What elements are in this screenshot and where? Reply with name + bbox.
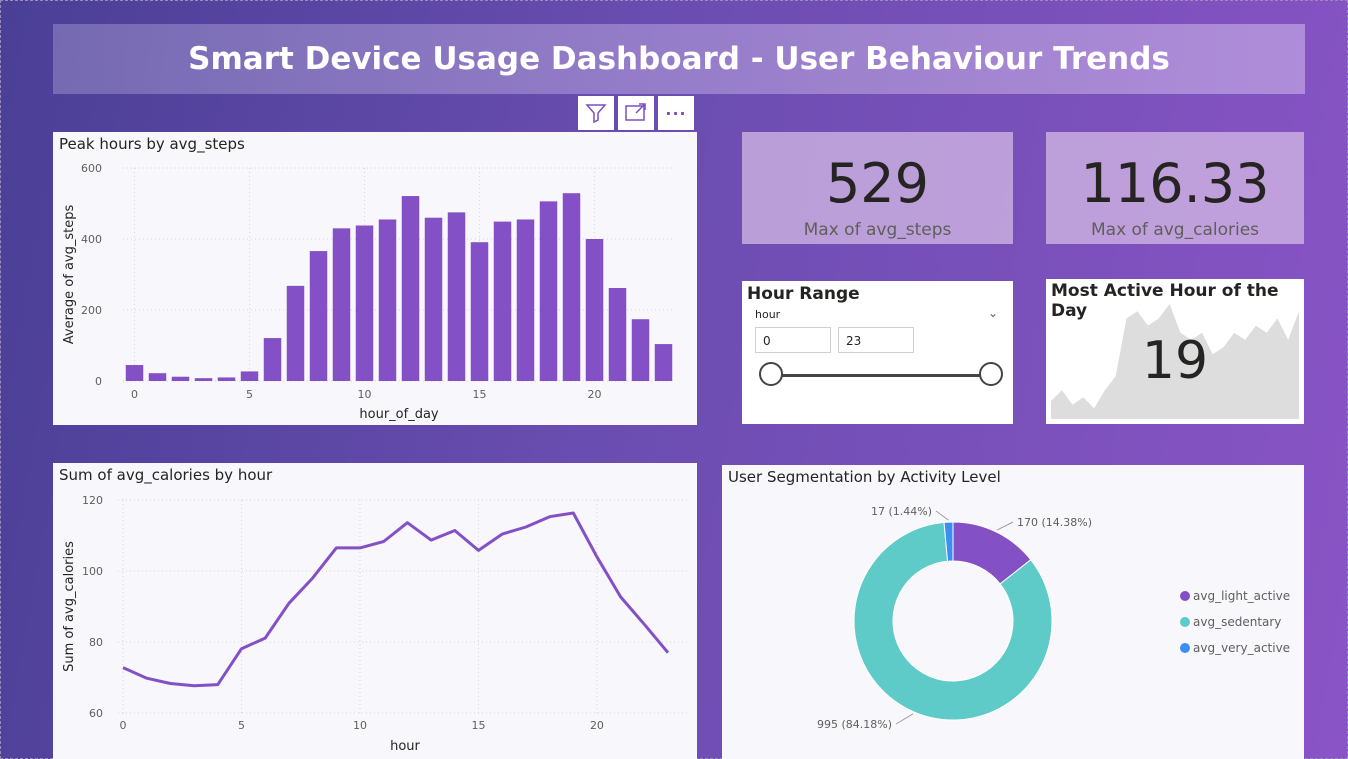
bar-chart-y-tick: 600 bbox=[81, 162, 102, 175]
line-chart-x-tick: 15 bbox=[471, 719, 485, 732]
legend-item-label: avg_very_active bbox=[1193, 641, 1290, 655]
donut-leader-line bbox=[895, 713, 914, 725]
legend-marker bbox=[1180, 617, 1190, 627]
range-max-input[interactable]: 23 bbox=[838, 327, 914, 353]
kpi-max-steps-label: Max of avg_steps bbox=[803, 220, 952, 240]
line-chart-x-tick: 20 bbox=[590, 719, 604, 732]
bar-chart-bar bbox=[194, 378, 213, 381]
slider-handle-max[interactable] bbox=[979, 362, 1003, 386]
most-active-hour-value: 19 bbox=[1141, 331, 1209, 391]
line-chart-series bbox=[122, 511, 670, 688]
kpi-max-calories-value: 116.33 bbox=[1080, 152, 1270, 215]
slicer-title: Hour Range bbox=[747, 284, 860, 304]
donut-chart-card[interactable]: User Segmentation by Activity Level 170 … bbox=[722, 465, 1304, 759]
bar-chart-y-label: Average of avg_steps bbox=[62, 205, 77, 345]
line-chart-card[interactable]: Sum of avg_calories by hour 60 80 100 120 0 5… bbox=[53, 463, 697, 759]
visual-header-toolbar: ··· bbox=[578, 96, 694, 130]
bar-chart-y-tick: 400 bbox=[81, 233, 102, 246]
chevron-down-icon[interactable]: ⌄ bbox=[988, 306, 998, 320]
slicer-field-label: hour bbox=[755, 308, 781, 321]
donut-leader-line bbox=[996, 521, 1014, 531]
legend-item-label: avg_sedentary bbox=[1193, 615, 1281, 629]
filter-button[interactable] bbox=[578, 96, 614, 130]
bar-chart-bar bbox=[240, 371, 259, 381]
bar-chart-bar bbox=[585, 239, 604, 381]
bar-chart-bar bbox=[447, 212, 466, 381]
bar-chart-bar bbox=[286, 285, 305, 381]
kpi-max-calories-card[interactable]: 116.33 Max of avg_calories bbox=[1046, 132, 1304, 244]
line-chart-x-label: hour bbox=[390, 739, 420, 754]
bar-chart-bar bbox=[217, 377, 236, 381]
kpi-max-calories-label: Max of avg_calories bbox=[1090, 220, 1260, 240]
focus-mode-icon bbox=[625, 103, 646, 121]
bar-chart-x-label: hour_of_day bbox=[359, 407, 439, 422]
bar-chart-bar bbox=[562, 193, 581, 381]
line-chart-svg: 60 80 100 120 0 5 10 15 20 hour Sum of avg_calorie… bbox=[62, 494, 687, 754]
donut-data-label: 170 (14.38%) bbox=[1017, 516, 1092, 529]
filter-icon bbox=[585, 104, 607, 124]
focus-mode-button[interactable] bbox=[618, 96, 654, 130]
bar-chart-bar bbox=[631, 319, 650, 381]
bar-chart-y-tick: 0 bbox=[95, 375, 102, 388]
kpi-max-steps-card[interactable]: 529 Max of avg_steps bbox=[742, 132, 1013, 244]
bar-chart-bar bbox=[332, 228, 351, 381]
donut-leader-line bbox=[935, 510, 949, 521]
bar-chart-bar bbox=[493, 221, 512, 381]
more-options-icon: ··· bbox=[665, 103, 687, 123]
bar-chart-card[interactable]: Peak hours by avg_steps 0 200 400 600 0 5 10 15… bbox=[53, 132, 697, 425]
page-title: Smart Device Usage Dashboard - User Beha… bbox=[188, 41, 1170, 77]
bar-chart-x-tick: 5 bbox=[246, 388, 253, 401]
bar-chart-bar bbox=[401, 196, 420, 381]
most-active-hour-card[interactable]: Most Active Hour of the Day 19 bbox=[1046, 279, 1304, 424]
bar-chart-bar bbox=[516, 219, 535, 381]
line-chart-y-label: Sum of avg_calories bbox=[62, 541, 77, 672]
line-chart-x-tick: 0 bbox=[120, 719, 127, 732]
donut-data-label: 17 (1.44%) bbox=[871, 505, 932, 518]
line-chart-y-tick: 120 bbox=[82, 494, 103, 507]
legend-item-label: avg_light_active bbox=[1193, 589, 1290, 603]
line-chart-y-tick: 100 bbox=[82, 565, 103, 578]
bar-chart-bar bbox=[355, 225, 374, 381]
bar-chart-bar bbox=[608, 287, 627, 381]
bar-chart-x-tick: 10 bbox=[358, 388, 372, 401]
kpi-max-steps-value: 529 bbox=[825, 152, 930, 215]
line-chart-y-tick: 60 bbox=[89, 707, 103, 720]
bar-chart-x-tick: 0 bbox=[131, 388, 138, 401]
bar-chart-svg: 0 200 400 600 0 5 10 15 20 hour_of_day Average of … bbox=[62, 162, 675, 422]
bar-chart-bar bbox=[309, 251, 328, 381]
bar-chart-bar bbox=[125, 365, 144, 381]
line-chart-x-tick: 10 bbox=[353, 719, 367, 732]
bar-chart-bar bbox=[424, 217, 443, 381]
bar-chart-y-tick: 200 bbox=[81, 304, 102, 317]
line-chart-y-tick: 80 bbox=[89, 636, 103, 649]
bar-chart-x-tick: 15 bbox=[473, 388, 487, 401]
bar-chart-bar bbox=[539, 201, 558, 381]
donut-chart-svg: 170 (14.38%) 995 (84.18%) 17 (1.44%) avg_li… bbox=[817, 505, 1290, 731]
more-options-button[interactable]: ··· bbox=[658, 96, 694, 130]
bar-chart-x-tick: 20 bbox=[588, 388, 602, 401]
slider-handle-min[interactable] bbox=[759, 362, 783, 386]
dashboard-title-bar: Smart Device Usage Dashboard - User Beha… bbox=[53, 24, 1305, 94]
bar-chart-bar bbox=[148, 373, 167, 381]
bar-chart-bar bbox=[263, 338, 282, 381]
most-active-hour-title: Most Active Hour of the Day bbox=[1051, 281, 1279, 321]
slider-track[interactable] bbox=[771, 374, 991, 377]
legend-marker bbox=[1180, 591, 1190, 601]
legend-marker bbox=[1180, 643, 1190, 653]
donut-data-label: 995 (84.18%) bbox=[817, 718, 892, 731]
bar-chart-bar bbox=[378, 219, 397, 381]
range-min-input[interactable]: 0 bbox=[755, 327, 831, 353]
bar-chart-bar bbox=[470, 242, 489, 381]
line-chart-x-tick: 5 bbox=[238, 719, 245, 732]
hour-range-slicer[interactable]: Hour Range hour ⌄ 0 23 bbox=[742, 281, 1013, 424]
bar-chart-bar bbox=[171, 376, 190, 381]
bar-chart-bar bbox=[654, 344, 673, 381]
